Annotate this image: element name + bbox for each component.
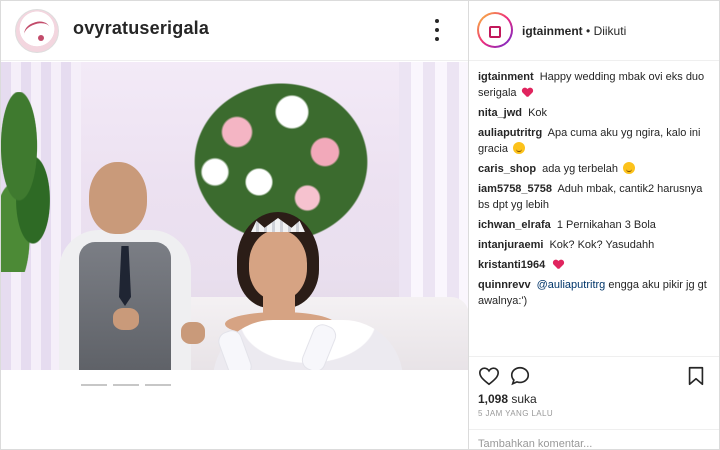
comment-item: intanjuraemi Kok? Kok? Yasudahh	[478, 237, 714, 253]
like-count[interactable]: 1,098 suka	[478, 392, 537, 406]
comment-user[interactable]: auliaputritrg	[478, 127, 542, 139]
comment-item: igtainment Happy wedding mbak ovi eks du…	[478, 69, 714, 101]
comment-user[interactable]: nita_jwd	[478, 107, 522, 119]
smile-emoji-icon	[623, 162, 636, 174]
heart-outline-icon[interactable]	[478, 365, 500, 387]
likes-suffix: suka	[511, 392, 537, 406]
dot	[435, 28, 439, 32]
carousel-indicator	[81, 384, 171, 388]
chair-logo-icon	[489, 26, 501, 38]
comment-text: Kok	[528, 107, 548, 119]
carousel-segment	[113, 384, 139, 386]
sidebar-header: igtainment • Diikuti	[469, 1, 719, 61]
bookmark-icon[interactable]	[685, 365, 707, 387]
dot	[435, 37, 439, 41]
comment-input[interactable]	[478, 438, 708, 450]
heart-emoji-icon	[553, 260, 563, 269]
carousel-segment	[81, 384, 107, 386]
action-bar	[469, 356, 719, 392]
post-author-name[interactable]: ovyratuserigala	[73, 18, 209, 39]
follow-status[interactable]: Diikuti	[594, 24, 627, 38]
comments-panel: igtainment • Diikuti igtainment Happy we…	[468, 0, 720, 450]
comment-user[interactable]: kristanti1964	[478, 259, 545, 271]
comment-item: caris_shop ada yg terbelah	[478, 161, 714, 177]
plant	[1, 92, 61, 272]
comment-item: kristanti1964	[478, 257, 714, 273]
account-name[interactable]: igtainment	[522, 24, 583, 38]
comment-item: nita_jwd Kok	[478, 105, 714, 121]
post-header: ovyratuserigala	[1, 1, 469, 61]
signature-logo-icon	[21, 18, 53, 44]
post-photo[interactable]	[1, 62, 469, 370]
comment-item: auliaputritrg Apa cuma aku yg ngira, kal…	[478, 125, 714, 157]
comment-user[interactable]: iam5758_5758	[478, 183, 552, 195]
comment-mention[interactable]: @auliaputritrg	[537, 279, 606, 291]
comment-user[interactable]: igtainment	[478, 71, 534, 83]
dot	[435, 19, 439, 23]
add-comment-bar	[469, 429, 719, 450]
account-avatar[interactable]	[477, 12, 513, 48]
sweat-smile-emoji-icon	[513, 142, 526, 154]
groom-head	[89, 162, 147, 234]
comment-item: ichwan_elrafa 1 Pernikahan 3 Bola	[478, 217, 714, 233]
carousel-segment	[145, 384, 171, 386]
comment-text: ada yg terbelah	[542, 163, 618, 175]
comment-item: iam5758_5758 Aduh mbak, cantik2 harusnya…	[478, 181, 714, 213]
likes-number: 1,098	[478, 392, 509, 406]
bride-face	[249, 230, 307, 300]
separator-dot: •	[586, 24, 591, 38]
logo-dot	[38, 35, 44, 41]
post-panel: ovyratuserigala	[0, 0, 469, 450]
comment-item: quinnrevv @auliaputritrg engga aku pikir…	[478, 277, 714, 309]
author-avatar[interactable]	[15, 9, 59, 53]
avatar-inner	[479, 14, 511, 46]
groom-hand	[181, 322, 205, 344]
comment-text: Kok? Kok? Yasudahh	[549, 239, 655, 251]
comment-user[interactable]: quinnrevv	[478, 279, 531, 291]
comment-user[interactable]: caris_shop	[478, 163, 536, 175]
speech-bubble-icon[interactable]	[509, 365, 531, 387]
comment-user[interactable]: ichwan_elrafa	[478, 219, 551, 231]
comment-list: igtainment Happy wedding mbak ovi eks du…	[478, 69, 714, 313]
heart-emoji-icon	[522, 88, 532, 97]
account-line: igtainment • Diikuti	[522, 24, 626, 38]
more-options-icon[interactable]	[429, 15, 445, 45]
comment-user[interactable]: intanjuraemi	[478, 239, 543, 251]
post-timestamp: 5 JAM YANG LALU	[478, 409, 554, 418]
comment-text: 1 Pernikahan 3 Bola	[556, 219, 656, 231]
groom-hand	[113, 308, 139, 330]
